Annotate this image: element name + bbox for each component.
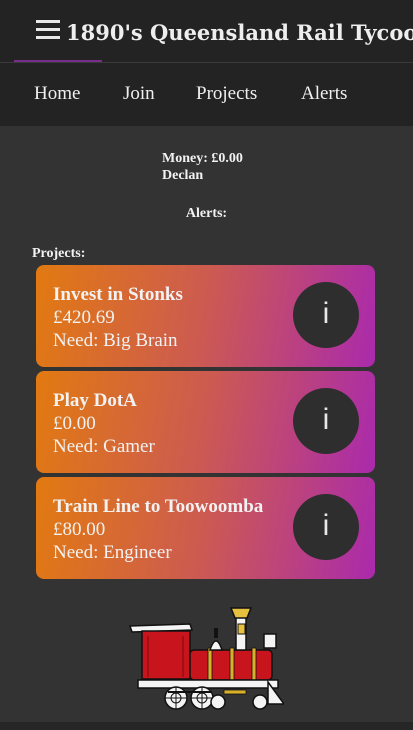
player-name: Declan [162, 168, 204, 183]
alerts-heading: Alerts: [185, 206, 228, 221]
top-bar: 1890's Queensland Rail Tycoon [0, 0, 413, 62]
nav-home[interactable]: Home [34, 83, 80, 105]
train-illustration [128, 607, 284, 710]
bottom-strip [0, 722, 413, 730]
nav-join[interactable]: Join [123, 83, 155, 105]
info-button[interactable]: i [293, 388, 359, 454]
info-button[interactable]: i [293, 282, 359, 348]
app-title: 1890's Queensland Rail Tycoon [66, 20, 413, 45]
hamburger-icon[interactable] [36, 18, 60, 40]
projects-heading: Projects: [32, 246, 86, 261]
info-button[interactable]: i [293, 494, 359, 560]
nav-projects[interactable]: Projects [196, 83, 257, 105]
project-card[interactable]: Train Line to Toowoomba £80.00 Need: Eng… [36, 477, 375, 579]
project-card[interactable]: Play DotA £0.00 Need: Gamer i [36, 371, 375, 473]
player-info: Money: £0.00 Declan [162, 150, 243, 184]
project-card[interactable]: Invest in Stonks £420.69 Need: Big Brain… [36, 265, 375, 367]
money-text: Money: £0.00 [162, 151, 243, 166]
nav-bar: Home Join Projects Alerts [0, 62, 413, 126]
nav-alerts[interactable]: Alerts [301, 83, 347, 105]
